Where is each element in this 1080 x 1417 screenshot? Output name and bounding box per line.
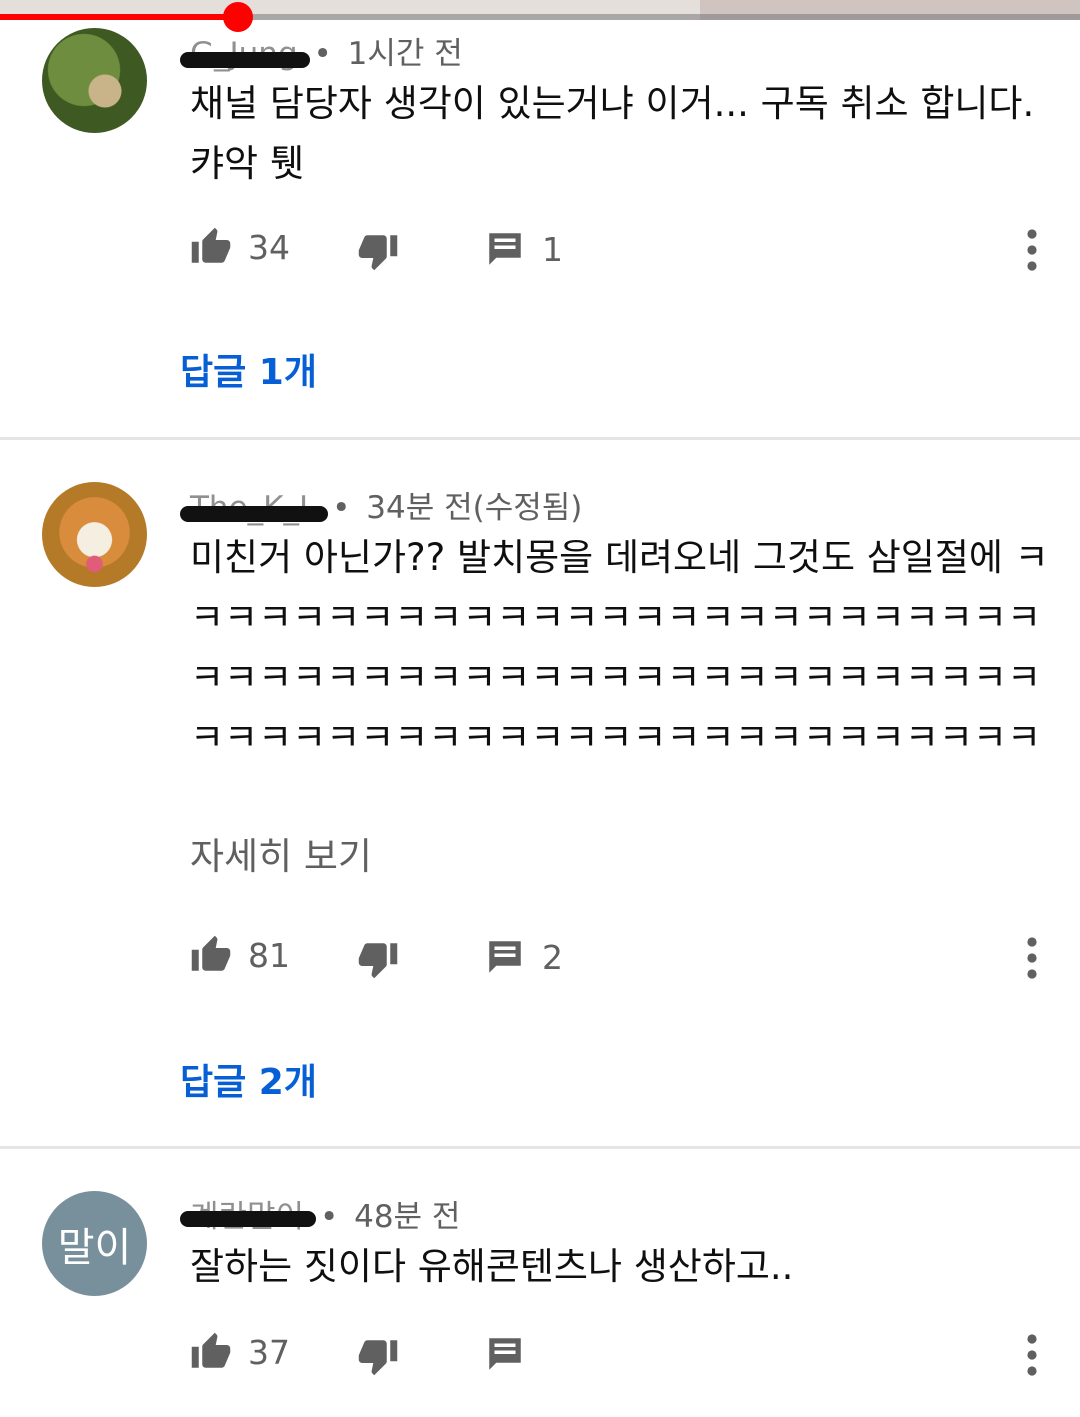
more-vert-icon[interactable] (1016, 1331, 1048, 1379)
view-replies-link[interactable]: 답글 1개 (180, 343, 317, 395)
comment-divider (0, 437, 1080, 440)
avatar[interactable] (42, 482, 147, 587)
comment-meta: 계란말이 • 48분 전 (179, 1191, 461, 1236)
like-button[interactable]: 81 (190, 934, 290, 976)
like-button[interactable]: 37 (190, 1331, 290, 1373)
comment-divider (0, 1146, 1080, 1149)
reply-count: 1 (542, 229, 563, 269)
thumb-down-icon (357, 938, 399, 980)
comment-time: 48분 전 (354, 1199, 461, 1235)
meta-separator: • (332, 490, 351, 526)
comment-icon (484, 936, 526, 978)
reply-button[interactable] (484, 1333, 526, 1375)
reply-button[interactable]: 1 (484, 228, 563, 270)
like-count: 34 (248, 227, 290, 267)
meta-separator: • (313, 36, 332, 72)
comment-body: 미친거 아닌가?? 발치몽을 데려오네 그것도 삼일절에 ㅋㅋㅋㅋㅋㅋㅋㅋㅋㅋㅋ… (190, 536, 1049, 759)
author-name[interactable]: G_Jung (180, 36, 310, 72)
meta-separator: • (319, 1199, 339, 1235)
comment-meta: G_Jung • 1시간 전 (180, 28, 463, 73)
comment-body: 채널 담당자 생각이 있는거냐 이거... 구독 취소 합니다. 캬악 퉷 (190, 82, 1035, 185)
thumb-down-icon (357, 1335, 399, 1377)
comment-body: 잘하는 짓이다 유해콘텐츠나 생산하고.. (190, 1245, 794, 1288)
thumb-up-icon (190, 226, 232, 268)
more-vert-icon[interactable] (1016, 226, 1048, 274)
like-button[interactable]: 34 (190, 226, 290, 268)
thumb-up-icon (190, 934, 232, 976)
view-replies-link[interactable]: 답글 2개 (180, 1053, 317, 1105)
reply-count: 2 (542, 937, 563, 977)
comment-icon (484, 228, 526, 270)
avatar[interactable] (42, 28, 147, 133)
progress-fill (0, 14, 238, 20)
thumb-up-icon (190, 1331, 232, 1373)
comment-time: 34분 전(수정됨) (366, 490, 583, 526)
more-vert-icon[interactable] (1016, 934, 1048, 982)
author-name[interactable]: The_K_L (179, 490, 329, 526)
reply-button[interactable]: 2 (484, 936, 563, 978)
author-name[interactable]: 계란말이 (179, 1191, 317, 1236)
dislike-button[interactable] (357, 938, 399, 980)
comment-time: 1시간 전 (347, 36, 463, 72)
read-more-link[interactable]: 자세히 보기 (190, 826, 372, 880)
dislike-button[interactable] (357, 230, 399, 272)
like-count: 37 (248, 1332, 290, 1372)
avatar[interactable]: 말이 (42, 1191, 147, 1296)
dislike-button[interactable] (357, 1335, 399, 1377)
comment-meta: The_K_L • 34분 전(수정됨) (179, 482, 583, 527)
thumb-down-icon (357, 230, 399, 272)
like-count: 81 (248, 935, 290, 975)
comment-icon (484, 1333, 526, 1375)
